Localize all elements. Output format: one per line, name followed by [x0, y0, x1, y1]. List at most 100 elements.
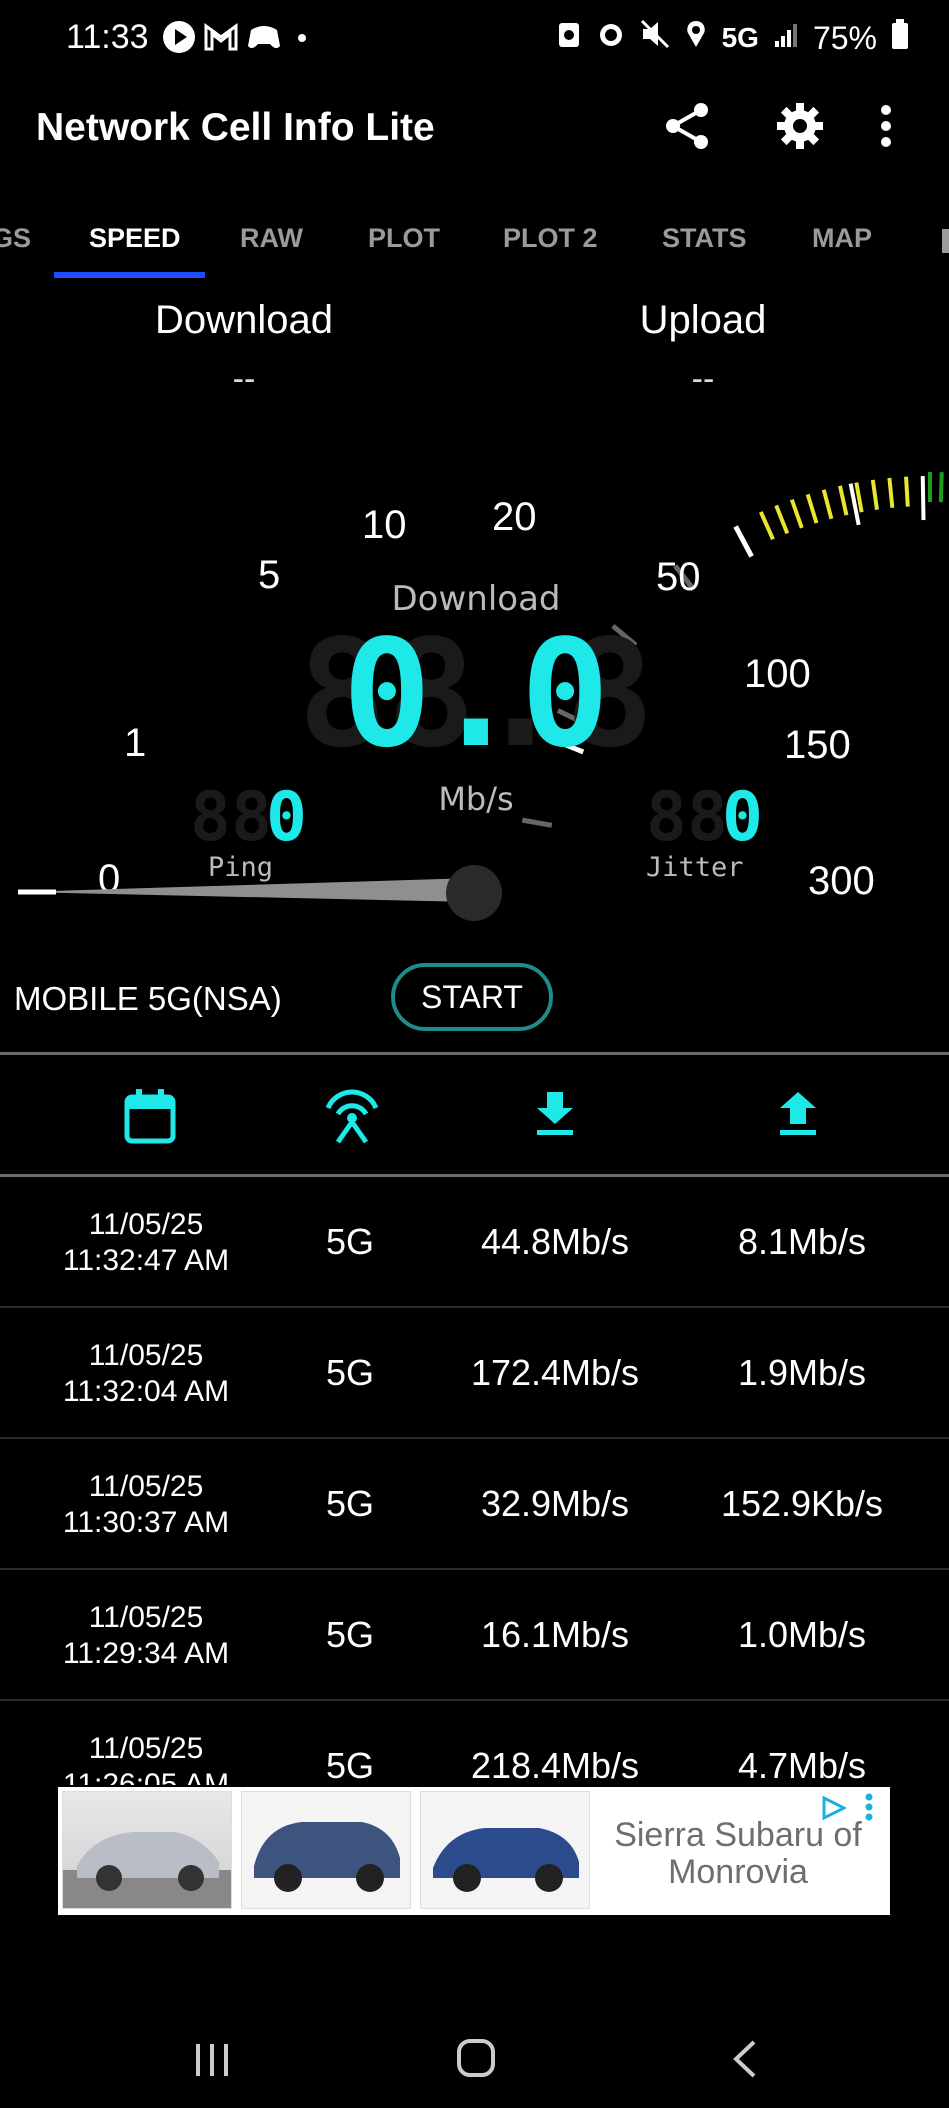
recents-button[interactable]	[192, 2040, 232, 2085]
network-type-label: MOBILE 5G(NSA)	[14, 980, 282, 1017]
scale-label-0: 0	[98, 857, 120, 901]
home-button[interactable]	[456, 2038, 496, 2083]
ping-label: Ping	[208, 852, 273, 883]
ad-image-car-2[interactable]	[241, 1791, 411, 1909]
ad-more-icon[interactable]	[864, 1793, 874, 1828]
home-icon	[457, 2039, 495, 2077]
upload-label: Upload	[639, 298, 767, 342]
gmail-icon	[204, 22, 238, 57]
ad-text[interactable]: Sierra Subaru of Monrovia	[598, 1817, 878, 1891]
upload-value: --	[691, 360, 715, 398]
play-icon	[162, 20, 196, 59]
table-row[interactable]: 11/05/25 11:26:05 AM 5G 218.4Mb/s 4.7Mb/s	[0, 1701, 949, 1785]
tab-logs[interactable]: GS	[0, 223, 31, 254]
row-datetime: 11/05/25 11:32:04 AM	[0, 1338, 292, 1410]
jitter-value: 0	[722, 778, 763, 857]
system-nav-bar	[0, 2010, 949, 2108]
gauge-tick	[838, 485, 849, 516]
ad-banner[interactable]: Sierra Subaru of Monrovia	[58, 1787, 890, 1915]
mute-icon	[640, 19, 670, 57]
app-bar: Network Cell Info Lite	[0, 90, 949, 170]
row-time: 11:30:37 AM	[62, 1506, 230, 1539]
status-right: 5G 75%	[556, 18, 909, 58]
gauge-tick	[821, 489, 834, 520]
tab-map[interactable]: MAP	[812, 223, 872, 254]
row-tech: 5G	[325, 1745, 375, 1785]
start-button[interactable]: START	[391, 963, 553, 1031]
tab-raw[interactable]: RAW	[240, 223, 303, 254]
download-icon[interactable]	[535, 1090, 575, 1141]
tab-speed[interactable]: SPEED	[89, 223, 181, 254]
upload-icon[interactable]	[778, 1090, 818, 1141]
row-datetime: 11/05/25 11:26:05 AM	[0, 1731, 292, 1785]
scale-label-100: 100	[744, 652, 811, 696]
row-date: 11/05/25	[88, 1339, 204, 1372]
gauge-tick	[774, 504, 790, 535]
results-list: 11/05/25 11:32:47 AM 5G 44.8Mb/s 8.1Mb/s …	[0, 1177, 949, 1785]
recycle-icon	[556, 19, 582, 57]
row-tech: 5G	[325, 1221, 375, 1262]
speed-gauge: 0 1 5 10 20 50 100 150 300 Download 88.8…	[18, 472, 944, 921]
table-row[interactable]: 11/05/25 11:29:34 AM 5G 16.1Mb/s 1.0Mb/s	[0, 1570, 949, 1701]
row-datetime: 11/05/25 11:29:34 AM	[0, 1600, 292, 1672]
row-datetime: 11/05/25 11:30:37 AM	[0, 1469, 292, 1541]
row-download: 172.4Mb/s	[470, 1352, 640, 1393]
share-button[interactable]	[656, 94, 720, 158]
row-download: 32.9Mb/s	[480, 1483, 630, 1524]
row-upload: 4.7Mb/s	[737, 1745, 867, 1785]
gauge-tick-major	[733, 525, 754, 558]
recents-icon	[196, 2044, 228, 2076]
ad-image-car-3[interactable]	[420, 1791, 590, 1909]
settings-button[interactable]	[768, 94, 832, 158]
results-header	[0, 1056, 949, 1174]
gauge-tick	[887, 477, 895, 509]
app-title: Network Cell Info Lite	[36, 106, 435, 149]
gauge-tick	[870, 479, 879, 510]
row-download: 16.1Mb/s	[480, 1614, 630, 1655]
row-tech: 5G	[325, 1483, 375, 1524]
ping-value: 0	[266, 778, 307, 857]
more-vert-icon	[881, 105, 891, 147]
gauge-tick	[758, 511, 775, 541]
jitter-ghost: 88	[646, 778, 728, 857]
table-row[interactable]: 11/05/25 11:32:47 AM 5G 44.8Mb/s 8.1Mb/s	[0, 1177, 949, 1308]
row-time: 11:32:04 AM	[62, 1375, 230, 1408]
more-button[interactable]	[866, 94, 906, 158]
download-label: Download	[155, 298, 333, 342]
row-time: 11:26:05 AM	[62, 1768, 230, 1785]
row-date: 11/05/25	[88, 1208, 204, 1241]
scale-label-20: 20	[492, 495, 537, 539]
tab-stats[interactable]: STATS	[662, 223, 747, 254]
tab-indicator	[54, 272, 205, 278]
battery-icon	[891, 18, 909, 58]
divider-top	[0, 1052, 949, 1055]
row-upload: 1.0Mb/s	[737, 1614, 867, 1655]
alarm-icon	[596, 19, 626, 57]
scale-label-1: 1	[124, 721, 146, 765]
calendar-icon[interactable]	[124, 1088, 176, 1149]
back-button[interactable]	[726, 2038, 766, 2085]
table-row[interactable]: 11/05/25 11:30:37 AM 5G 32.9Mb/s 152.9Kb/…	[0, 1439, 949, 1570]
scale-label-300: 300	[808, 859, 875, 903]
row-date: 11/05/25	[88, 1470, 204, 1503]
gauge-tick	[938, 472, 944, 503]
gauge-tick	[805, 493, 819, 524]
game-icon	[246, 22, 282, 57]
network-type: 5G	[721, 22, 759, 53]
row-date: 11/05/25	[88, 1601, 204, 1634]
ad-choices-icon[interactable]	[820, 1795, 848, 1826]
row-date: 11/05/25	[88, 1732, 204, 1765]
notification-dot	[298, 34, 306, 42]
ad-image-car-1[interactable]	[62, 1791, 232, 1909]
gear-icon	[777, 103, 823, 149]
row-tech: 5G	[325, 1614, 375, 1655]
row-tech: 5G	[325, 1352, 375, 1393]
ping-ghost: 88	[190, 778, 272, 857]
gauge-tick	[789, 498, 804, 529]
tab-plot[interactable]: PLOT	[368, 223, 440, 254]
table-row[interactable]: 11/05/25 11:32:04 AM 5G 172.4Mb/s 1.9Mb/s	[0, 1308, 949, 1439]
antenna-icon[interactable]	[322, 1084, 382, 1149]
share-icon	[666, 103, 708, 149]
tab-plot-2[interactable]: PLOT 2	[503, 223, 598, 254]
status-bar: 11:33 5G 75%	[0, 0, 949, 80]
